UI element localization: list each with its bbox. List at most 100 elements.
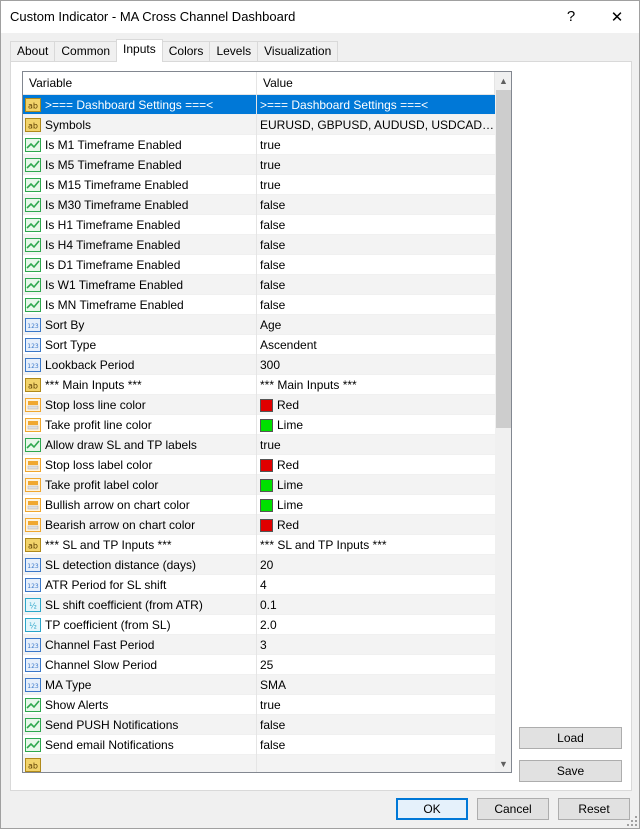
table-row[interactable]: ab >=== Dashboard Settings ===< >=== Dashb… [23,95,495,115]
value-cell[interactable]: 300 [257,355,495,375]
close-button[interactable]: ✕ [595,1,639,32]
variable-cell[interactable]: ab [23,755,257,772]
value-cell[interactable]: 2.0 [257,615,495,635]
table-row[interactable]: 123 Sort Type Ascendent [23,335,495,355]
variable-cell[interactable]: Stop loss label color [23,455,257,475]
table-row[interactable]: Send PUSH Notifications false [23,715,495,735]
value-cell[interactable]: Lime [257,475,495,495]
value-cell[interactable]: *** SL and TP Inputs *** [257,535,495,555]
value-cell[interactable] [257,755,495,772]
value-cell[interactable]: false [257,715,495,735]
table-row[interactable]: Allow draw SL and TP labels true [23,435,495,455]
table-row[interactable]: Is W1 Timeframe Enabled false [23,275,495,295]
variable-cell[interactable]: ab *** Main Inputs *** [23,375,257,395]
value-cell[interactable]: Lime [257,495,495,515]
variable-cell[interactable]: Is H1 Timeframe Enabled [23,215,257,235]
value-cell[interactable]: false [257,215,495,235]
save-button[interactable]: Save [519,760,622,782]
value-cell[interactable]: false [257,195,495,215]
value-cell[interactable]: SMA [257,675,495,695]
variable-cell[interactable]: 123 Sort Type [23,335,257,355]
table-row[interactable]: Send email Notifications false [23,735,495,755]
tab-common[interactable]: Common [54,41,118,62]
table-row[interactable]: 123 MA Type SMA [23,675,495,695]
variable-cell[interactable]: ab *** SL and TP Inputs *** [23,535,257,555]
variable-cell[interactable]: 123 Sort By [23,315,257,335]
variable-cell[interactable]: Take profit line color [23,415,257,435]
value-cell[interactable]: true [257,135,495,155]
table-row[interactable]: ½ TP coefficient (from SL) 2.0 [23,615,495,635]
vertical-scrollbar[interactable]: ▲ ▼ [495,72,511,772]
variable-cell[interactable]: Is M30 Timeframe Enabled [23,195,257,215]
scroll-down-icon[interactable]: ▼ [495,755,511,772]
table-row[interactable]: Is H1 Timeframe Enabled false [23,215,495,235]
variable-cell[interactable]: Is M1 Timeframe Enabled [23,135,257,155]
value-cell[interactable]: true [257,175,495,195]
value-cell[interactable]: Lime [257,415,495,435]
variable-cell[interactable]: Is D1 Timeframe Enabled [23,255,257,275]
variable-cell[interactable]: ½ SL shift coefficient (from ATR) [23,595,257,615]
scrollbar-thumb[interactable] [496,90,511,428]
table-row[interactable]: 123 Lookback Period 300 [23,355,495,375]
variable-cell[interactable]: 123 ATR Period for SL shift [23,575,257,595]
value-cell[interactable]: 4 [257,575,495,595]
variable-cell[interactable]: Allow draw SL and TP labels [23,435,257,455]
value-cell[interactable]: 0.1 [257,595,495,615]
reset-button[interactable]: Reset [558,798,630,820]
table-row[interactable]: ab *** SL and TP Inputs *** *** SL and TP … [23,535,495,555]
scroll-up-icon[interactable]: ▲ [495,72,511,89]
table-row[interactable]: ab Symbols EURUSD, GBPUSD, AUDUSD, USDCAD,… [23,115,495,135]
table-row[interactable]: Is MN Timeframe Enabled false [23,295,495,315]
table-row[interactable]: Is D1 Timeframe Enabled false [23,255,495,275]
variable-cell[interactable]: Bearish arrow on chart color [23,515,257,535]
value-cell[interactable]: false [257,295,495,315]
table-row[interactable]: Is M5 Timeframe Enabled true [23,155,495,175]
variable-cell[interactable]: ab Symbols [23,115,257,135]
table-row[interactable]: Take profit label color Lime [23,475,495,495]
value-cell[interactable]: true [257,155,495,175]
ok-button[interactable]: OK [396,798,468,820]
table-row[interactable]: 123 Channel Fast Period 3 [23,635,495,655]
value-cell[interactable]: false [257,235,495,255]
variable-cell[interactable]: Send email Notifications [23,735,257,755]
variable-cell[interactable]: 123 Lookback Period [23,355,257,375]
variable-cell[interactable]: 123 Channel Fast Period [23,635,257,655]
variable-cell[interactable]: ½ TP coefficient (from SL) [23,615,257,635]
table-row[interactable]: Bullish arrow on chart color Lime [23,495,495,515]
tab-visualization[interactable]: Visualization [257,41,339,62]
variable-cell[interactable]: Bullish arrow on chart color [23,495,257,515]
table-row[interactable]: Stop loss label color Red [23,455,495,475]
table-row[interactable]: 123 SL detection distance (days) 20 [23,555,495,575]
table-row[interactable]: ab [23,755,495,772]
tab-levels[interactable]: Levels [209,41,259,62]
variable-cell[interactable]: Is W1 Timeframe Enabled [23,275,257,295]
tab-colors[interactable]: Colors [161,41,211,62]
value-cell[interactable]: false [257,275,495,295]
variable-cell[interactable]: Show Alerts [23,695,257,715]
value-cell[interactable]: Red [257,455,495,475]
column-header-value[interactable]: Value [257,72,495,95]
value-cell[interactable]: Ascendent [257,335,495,355]
cancel-button[interactable]: Cancel [477,798,549,820]
table-row[interactable]: 123 ATR Period for SL shift 4 [23,575,495,595]
value-cell[interactable]: false [257,735,495,755]
column-header-variable[interactable]: Variable [23,72,257,95]
value-cell[interactable]: false [257,255,495,275]
table-row[interactable]: Bearish arrow on chart color Red [23,515,495,535]
variable-cell[interactable]: Send PUSH Notifications [23,715,257,735]
table-row[interactable]: Is H4 Timeframe Enabled false [23,235,495,255]
table-row[interactable]: Stop loss line color Red [23,395,495,415]
table-row[interactable]: ½ SL shift coefficient (from ATR) 0.1 [23,595,495,615]
value-cell[interactable]: 25 [257,655,495,675]
table-row[interactable]: Is M15 Timeframe Enabled true [23,175,495,195]
value-cell[interactable]: true [257,435,495,455]
tab-about[interactable]: About [10,41,56,62]
value-cell[interactable]: true [257,695,495,715]
value-cell[interactable]: Red [257,395,495,415]
value-cell[interactable]: 3 [257,635,495,655]
table-row[interactable]: Is M30 Timeframe Enabled false [23,195,495,215]
variable-cell[interactable]: 123 Channel Slow Period [23,655,257,675]
tab-inputs[interactable]: Inputs [116,39,163,62]
variable-cell[interactable]: Is M5 Timeframe Enabled [23,155,257,175]
value-cell[interactable]: >=== Dashboard Settings ===< [257,95,495,115]
